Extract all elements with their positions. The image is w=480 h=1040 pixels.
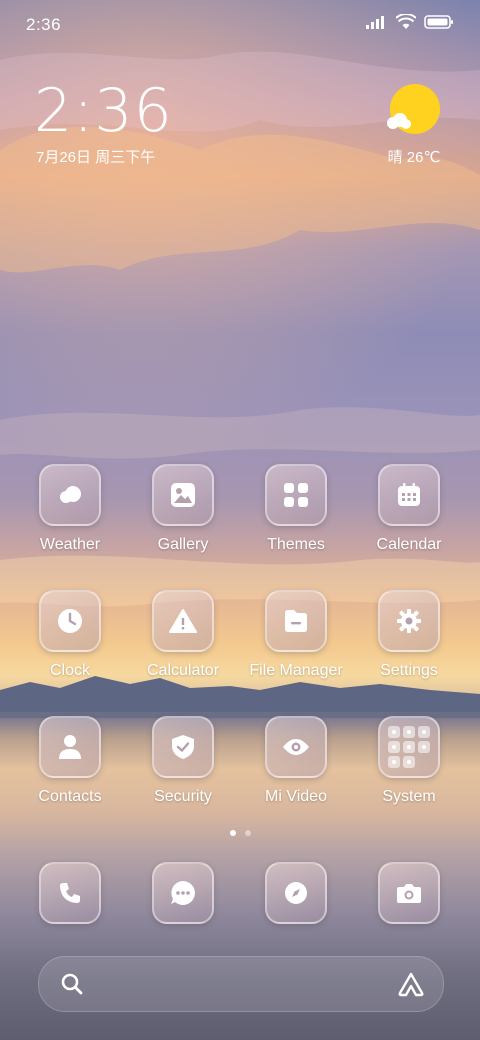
clock-widget-time[interactable]: 2:36 [34,76,173,146]
app-calculator[interactable]: Calculator [133,590,233,680]
app-file-manager[interactable]: File Manager [246,590,346,680]
search-icon[interactable] [61,973,83,995]
gallery-icon [152,464,214,526]
app-label: Themes [267,536,325,553]
page-dot-active[interactable] [229,830,236,836]
themes-icon [265,464,327,526]
assistant-icon[interactable] [397,971,425,997]
app-label: Mi Video [265,788,327,805]
app-label: Gallery [157,536,209,553]
message-icon [152,862,214,924]
weather-icon [39,464,101,526]
app-calendar[interactable]: Calendar [359,464,459,554]
file-manager-icon [265,590,327,652]
page-dot[interactable] [244,830,251,836]
clock-icon [39,590,101,652]
app-label: Clock [49,662,90,679]
contacts-icon [39,716,101,778]
app-label: File Manager [249,662,343,679]
shield-icon [152,716,214,778]
app-clock[interactable]: Clock [20,590,120,680]
app-gallery[interactable]: Gallery [133,464,233,554]
status-time: 2:36 [26,15,62,34]
browser-compass-icon [265,862,327,924]
app-mi-video[interactable]: Mi Video [246,716,346,806]
clock-widget-date: 7月26日 周三下午 [36,149,156,166]
calendar-icon [378,464,440,526]
dock-messages[interactable] [133,862,233,924]
dock-camera[interactable] [359,862,459,924]
app-label: Weather [39,536,101,553]
phone-icon [39,862,101,924]
dock-browser[interactable] [246,862,346,924]
folder-grid-icon [378,716,440,778]
gear-icon [378,590,440,652]
dock-phone[interactable] [20,862,120,924]
app-contacts[interactable]: Contacts [20,716,120,806]
search-bar[interactable] [38,956,444,1012]
app-label: Contacts [38,788,102,805]
app-weather[interactable]: Weather [20,464,120,554]
app-label: Settings [380,662,438,679]
app-label: Calendar [376,536,442,553]
calculator-icon [152,590,214,652]
app-settings[interactable]: Settings [359,590,459,680]
app-themes[interactable]: Themes [246,464,346,554]
weather-widget-text: 晴 26℃ [387,149,441,166]
eye-icon [265,716,327,778]
app-system-folder[interactable]: System [359,716,459,806]
app-security[interactable]: Security [133,716,233,806]
signal-icon [366,16,384,29]
page-indicator[interactable] [0,830,480,836]
wifi-icon [396,14,416,29]
app-label: Calculator [146,662,220,679]
battery-icon [424,15,453,29]
app-label: System [382,788,436,805]
sun-cloud-icon [387,113,411,129]
app-label: Security [154,788,212,805]
camera-icon [378,862,440,924]
status-bar: 2:36 [0,0,480,48]
